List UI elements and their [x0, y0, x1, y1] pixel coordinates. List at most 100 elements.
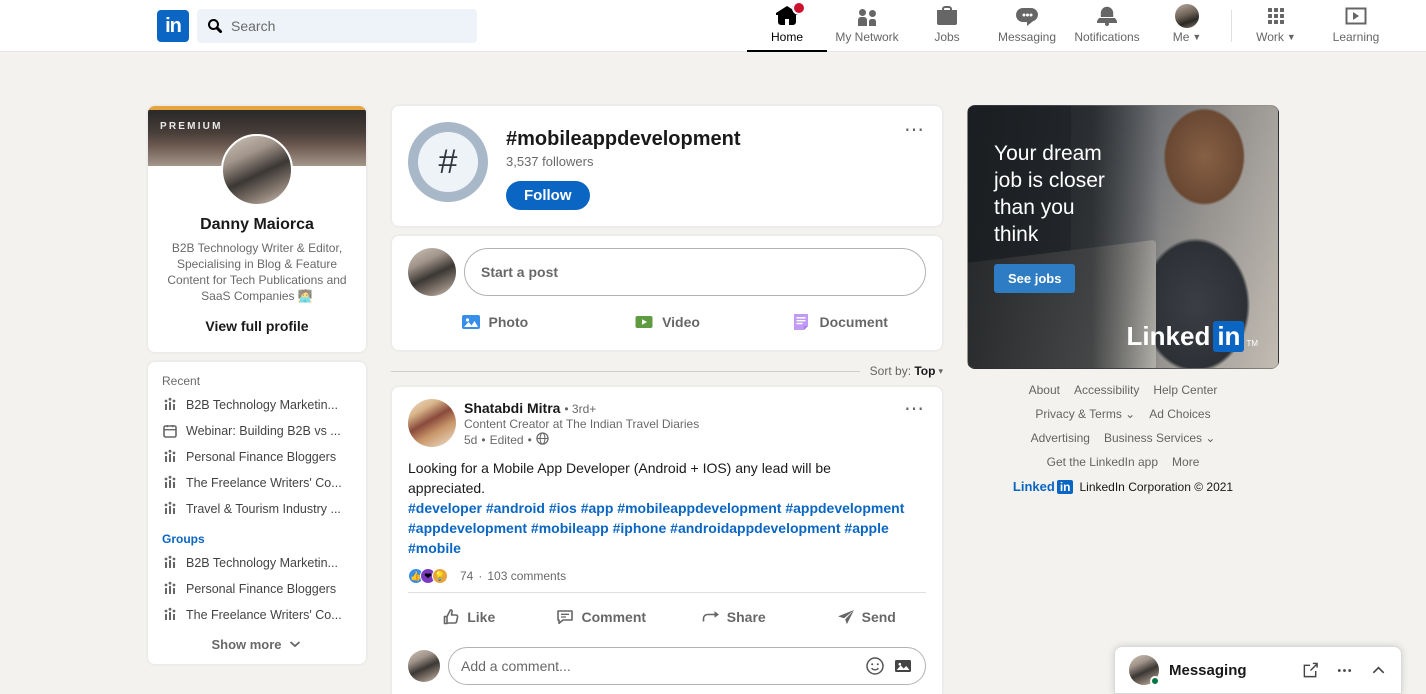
start-a-post-input[interactable]: Start a post — [464, 248, 926, 296]
share-button[interactable]: Share — [667, 597, 800, 637]
advertisement-card[interactable]: Your dream job is closer than you think … — [967, 105, 1279, 369]
sidebar-item-recent-1[interactable]: Webinar: Building B2B vs ... — [148, 418, 366, 444]
footer-row-2: Privacy & Terms ⌄ Ad Choices — [967, 407, 1279, 421]
post-hashtags[interactable]: #developer #android #ios #app #mobileapp… — [408, 498, 926, 558]
composer-avatar[interactable] — [408, 248, 456, 296]
composer-action-label: Photo — [489, 314, 529, 330]
left-sidebar: PREMIUM Danny Maiorca B2B Technology Wri… — [147, 105, 367, 694]
linkedin-logo-icon[interactable]: in — [157, 10, 189, 42]
ad-headline-line-1: Your dream — [994, 140, 1105, 167]
comment-avatar[interactable] — [408, 650, 440, 682]
footer-link-accessibility[interactable]: Accessibility — [1074, 383, 1139, 397]
group-icon — [162, 555, 178, 571]
profile-avatar[interactable] — [221, 134, 293, 206]
post-author-headline: Content Creator at The Indian Travel Dia… — [464, 417, 699, 431]
like-button[interactable]: Like — [402, 597, 535, 637]
document-icon — [791, 312, 811, 332]
comment-input-box[interactable] — [448, 647, 926, 685]
see-jobs-button[interactable]: See jobs — [994, 264, 1075, 293]
groups-section-title[interactable]: Groups — [148, 522, 366, 550]
footer-link-help-center[interactable]: Help Center — [1153, 383, 1217, 397]
post-action-label: Comment — [581, 609, 646, 625]
post-author-avatar[interactable] — [408, 399, 456, 447]
comment-icon — [555, 607, 575, 627]
footer-link-privacy-terms[interactable]: Privacy & Terms ⌄ — [1035, 407, 1135, 421]
group-icon — [162, 449, 178, 465]
emoji-icon[interactable] — [865, 656, 885, 676]
comment-composer — [392, 641, 942, 694]
reaction-count[interactable]: 74 — [460, 569, 473, 583]
messaging-widget[interactable]: Messaging — [1114, 646, 1402, 694]
nav-item-me[interactable]: Me▼ — [1147, 0, 1227, 52]
chevron-up-icon[interactable] — [1369, 661, 1387, 679]
post-author-name[interactable]: Shatabdi Mitra • 3rd+ — [464, 400, 699, 416]
ad-headline-line-2: job is closer — [994, 167, 1105, 194]
nav-item-home[interactable]: Home — [747, 0, 827, 52]
nav-label-work: Work — [1256, 30, 1284, 44]
post-action-label: Send — [862, 609, 896, 625]
footer-brand-in: in — [1057, 480, 1074, 494]
comment-button[interactable]: Comment — [535, 597, 668, 637]
reaction-icons[interactable]: 👍 ❤ 💡 — [408, 568, 444, 584]
nav-item-my-network[interactable]: My Network — [827, 0, 907, 52]
sidebar-item-group-2[interactable]: The Freelance Writers' Co... — [148, 602, 366, 628]
nav-label-learning: Learning — [1333, 30, 1380, 44]
sidebar-item-recent-0[interactable]: B2B Technology Marketin... — [148, 392, 366, 418]
nav-item-messaging[interactable]: Messaging — [987, 0, 1067, 52]
search-box[interactable] — [197, 9, 477, 43]
post-text-line-1: Looking for a Mobile App Developer (Andr… — [408, 458, 926, 478]
ad-headline-line-4: think — [994, 221, 1105, 248]
footer-link-business-services[interactable]: Business Services ⌄ — [1104, 431, 1215, 445]
post-more-options-icon[interactable]: ⋯ — [904, 399, 926, 419]
sidebar-item-recent-3[interactable]: The Freelance Writers' Co... — [148, 470, 366, 496]
messaging-more-icon[interactable] — [1335, 661, 1353, 679]
sidebar-item-label: Travel & Tourism Industry ... — [186, 502, 341, 516]
send-button[interactable]: Send — [800, 597, 933, 637]
footer-link-advertising[interactable]: Advertising — [1031, 431, 1090, 445]
add-video-button[interactable]: Video — [581, 304, 754, 340]
profile-card[interactable]: PREMIUM Danny Maiorca B2B Technology Wri… — [147, 105, 367, 353]
video-icon — [634, 312, 654, 332]
nav-label-home: Home — [771, 30, 803, 44]
comment-input[interactable] — [461, 658, 857, 674]
sort-by-dropdown[interactable]: Sort by: Top▾ — [870, 364, 943, 378]
group-icon — [162, 397, 178, 413]
show-more-button[interactable]: Show more — [148, 628, 366, 654]
nav-item-learning[interactable]: Learning — [1316, 0, 1396, 52]
footer-linkedin-logo: Linkedin — [1013, 479, 1074, 494]
globe-icon — [536, 432, 549, 448]
image-icon[interactable] — [893, 656, 913, 676]
sidebar-item-label: Personal Finance Bloggers — [186, 450, 336, 464]
view-full-profile-link[interactable]: View full profile — [148, 318, 366, 334]
hashtag-header-card: # #mobileappdevelopment 3,537 followers … — [391, 105, 943, 227]
add-document-button[interactable]: Document — [753, 304, 926, 340]
footer-link-get-app[interactable]: Get the LinkedIn app — [1047, 455, 1158, 469]
footer-row-4: Get the LinkedIn app More — [967, 455, 1279, 469]
group-icon — [162, 501, 178, 517]
nav-label-messaging: Messaging — [998, 30, 1056, 44]
add-photo-button[interactable]: Photo — [408, 304, 581, 340]
ad-brand-text: Linked — [1127, 321, 1211, 352]
search-input[interactable] — [231, 18, 467, 34]
post-edited-label: Edited — [490, 433, 524, 447]
sidebar-item-label: The Freelance Writers' Co... — [186, 476, 342, 490]
sidebar-item-recent-2[interactable]: Personal Finance Bloggers — [148, 444, 366, 470]
sidebar-item-group-0[interactable]: B2B Technology Marketin... — [148, 550, 366, 576]
post-author-meta: Shatabdi Mitra • 3rd+ Content Creator at… — [464, 399, 699, 448]
sidebar-item-recent-4[interactable]: Travel & Tourism Industry ... — [148, 496, 366, 522]
footer-link-about[interactable]: About — [1029, 383, 1060, 397]
compose-icon[interactable] — [1301, 661, 1319, 679]
connection-degree: • 3rd+ — [564, 402, 596, 416]
footer-link-ad-choices[interactable]: Ad Choices — [1149, 407, 1210, 421]
briefcase-icon — [935, 4, 959, 28]
group-icon — [162, 475, 178, 491]
hashtag-followers: 3,537 followers — [506, 154, 741, 169]
nav-item-jobs[interactable]: Jobs — [907, 0, 987, 52]
nav-item-work[interactable]: Work▼ — [1236, 0, 1316, 52]
nav-item-notifications[interactable]: Notifications — [1067, 0, 1147, 52]
comment-count[interactable]: 103 comments — [487, 569, 566, 583]
sidebar-item-group-1[interactable]: Personal Finance Bloggers — [148, 576, 366, 602]
footer-link-more[interactable]: More — [1172, 455, 1199, 469]
follow-button[interactable]: Follow — [506, 181, 590, 210]
ellipsis-icon[interactable]: ⋯ — [904, 120, 926, 140]
